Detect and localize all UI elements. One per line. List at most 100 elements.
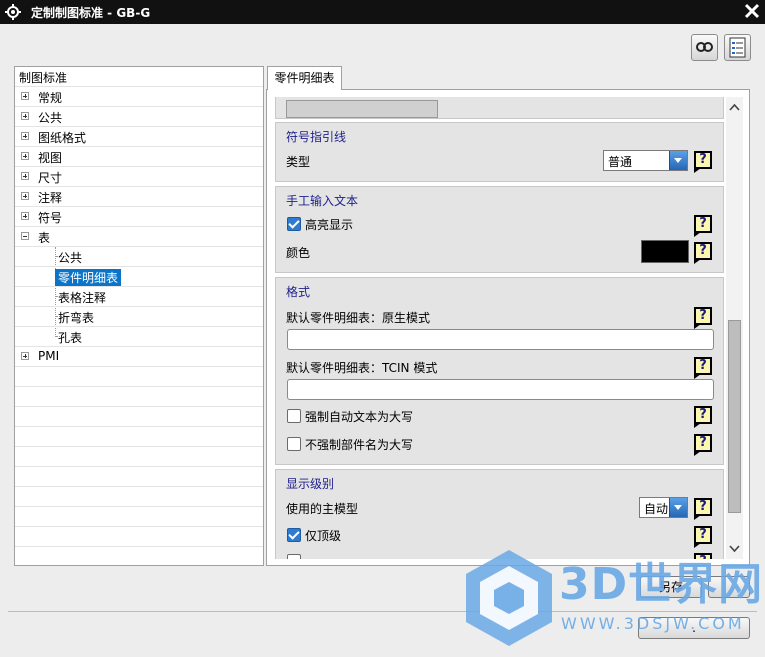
color-label: 颜色	[286, 246, 311, 260]
watermark: 3D世界网 WWW.3DSJW.COM	[462, 548, 762, 648]
leader-type-label: 类型	[286, 155, 311, 169]
document-list-icon	[729, 37, 746, 58]
tree-empty-row	[15, 367, 263, 387]
tree-item[interactable]: 表格注释	[15, 287, 263, 307]
help-icon[interactable]: ?	[694, 498, 712, 520]
tab-label: 零件明细表	[274, 71, 335, 85]
expand-icon[interactable]	[21, 352, 29, 360]
tree-item-label: 折弯表	[58, 311, 95, 325]
master-model-label: 使用的主模型	[286, 502, 359, 516]
tab-parts-list[interactable]: 零件明细表	[267, 66, 342, 90]
force-uppercase-checkbox[interactable]	[287, 409, 301, 423]
top-level-label: 仅顶级	[305, 529, 342, 543]
help-icon[interactable]: ?	[694, 434, 712, 456]
chevron-down-icon	[669, 151, 687, 170]
tree-item-label: 公共	[38, 111, 63, 125]
no-force-part-label: 不强制部件名为大写	[305, 438, 414, 452]
expand-icon[interactable]	[21, 92, 29, 100]
native-mode-input[interactable]	[287, 329, 714, 350]
top-level-checkbox[interactable]	[287, 528, 301, 542]
tree-item[interactable]: 公共	[15, 107, 263, 127]
master-model-select[interactable]: 自动	[639, 497, 688, 518]
tree-item[interactable]: 零件明细表	[15, 267, 263, 287]
tcin-mode-input[interactable]	[287, 379, 714, 400]
close-icon[interactable]	[743, 2, 761, 20]
window-title: 定制制图标准 - GB-G	[31, 6, 151, 20]
color-swatch[interactable]	[641, 240, 689, 263]
expand-icon[interactable]	[21, 132, 29, 140]
format-header: 格式	[286, 285, 311, 299]
tree-empty-row	[15, 507, 263, 527]
force-uppercase-label: 强制自动文本为大写	[305, 410, 414, 424]
tree-item-label: PMI	[38, 349, 60, 363]
tree-root-label: 制图标准	[19, 71, 68, 85]
group-display-level: 显示级别 使用的主模型 自动 ? 仅顶级 ? ?	[275, 469, 724, 559]
chevron-down-icon	[669, 498, 687, 517]
vertical-scrollbar[interactable]	[726, 97, 743, 559]
help-icon[interactable]: ?	[694, 357, 712, 379]
tree-item[interactable]: PMI	[15, 347, 263, 367]
tree-item-label: 公共	[58, 251, 83, 265]
help-icon[interactable]: ?	[694, 307, 712, 329]
tree-empty-row	[15, 387, 263, 407]
cube-logo-icon	[466, 550, 552, 646]
tree-item[interactable]: 尺寸	[15, 167, 263, 187]
tree-item-label: 孔表	[58, 331, 83, 345]
collapse-icon[interactable]	[21, 232, 29, 240]
tree-item-label: 符号	[38, 211, 63, 225]
leader-type-select[interactable]: 普通	[603, 150, 688, 171]
tree-item-label: 表	[38, 231, 51, 245]
settings-panel: 符号指引线 类型 普通 ? 手工输入文本 高亮显示 ? 颜色 ? 格式 默认零件…	[266, 89, 750, 566]
tree-item-label: 尺寸	[38, 171, 63, 185]
watermark-brand: 3D世界网	[559, 559, 764, 610]
expand-icon[interactable]	[21, 212, 29, 220]
help-icon[interactable]: ?	[694, 242, 712, 264]
tree-empty-row	[15, 427, 263, 447]
help-icon[interactable]: ?	[694, 151, 712, 173]
tree-empty-row	[15, 467, 263, 487]
tree-item[interactable]: 孔表	[15, 327, 263, 347]
group-leader: 符号指引线 类型 普通 ?	[275, 122, 724, 182]
tree-empty-row	[15, 407, 263, 427]
tree-empty-row	[15, 487, 263, 507]
list-view-button[interactable]	[724, 34, 751, 61]
help-icon[interactable]: ?	[694, 215, 712, 237]
tree-item[interactable]: 注释	[15, 187, 263, 207]
tools-icon	[696, 42, 713, 52]
settings-scroll-area[interactable]: 符号指引线 类型 普通 ? 手工输入文本 高亮显示 ? 颜色 ? 格式 默认零件…	[275, 97, 724, 559]
partial-checkbox[interactable]	[287, 554, 301, 559]
help-icon[interactable]: ?	[694, 406, 712, 428]
leader-type-value: 普通	[608, 155, 633, 169]
tree-item-label: 注释	[38, 191, 63, 205]
expand-icon[interactable]	[21, 192, 29, 200]
tree-item-label: 图纸格式	[38, 131, 87, 145]
tree-item[interactable]: 符号	[15, 207, 263, 227]
scroll-up-icon[interactable]	[726, 99, 743, 116]
tree-item-label: 表格注释	[58, 291, 107, 305]
tree-item[interactable]: 图纸格式	[15, 127, 263, 147]
tree-item[interactable]: 常规	[15, 87, 263, 107]
scroll-thumb[interactable]	[728, 320, 741, 513]
expand-icon[interactable]	[21, 152, 29, 160]
tree-root[interactable]: 制图标准	[15, 67, 263, 87]
tree-item[interactable]: 折弯表	[15, 307, 263, 327]
expand-icon[interactable]	[21, 172, 29, 180]
tree-item-label: 视图	[38, 151, 63, 165]
tree-empty-row	[15, 547, 263, 565]
settings-tools-button[interactable]	[691, 34, 718, 61]
group-format: 格式 默认零件明细表：原生模式 ? 默认零件明细表：TCIN 模式 ? 强制自动…	[275, 277, 724, 465]
no-force-part-checkbox[interactable]	[287, 437, 301, 451]
tree-item[interactable]: 视图	[15, 147, 263, 167]
gear-icon[interactable]	[5, 4, 21, 20]
tree-item[interactable]: 表	[15, 227, 263, 247]
display-level-header: 显示级别	[286, 477, 335, 491]
title-bar: 定制制图标准 - GB-G	[0, 0, 765, 24]
standards-tree[interactable]: 制图标准 常规 公共 图纸格式 视图 尺寸 注释 符号表公共 零件明细表 表格注释 折弯表 孔表 PM…	[14, 66, 264, 566]
master-model-value: 自动	[644, 502, 669, 516]
tree-item[interactable]: 公共	[15, 247, 263, 267]
leader-header: 符号指引线	[286, 130, 347, 144]
highlight-checkbox[interactable]	[287, 217, 301, 231]
expand-icon[interactable]	[21, 112, 29, 120]
help-icon[interactable]: ?	[694, 526, 712, 548]
watermark-url: WWW.3DSJW.COM	[561, 614, 745, 633]
